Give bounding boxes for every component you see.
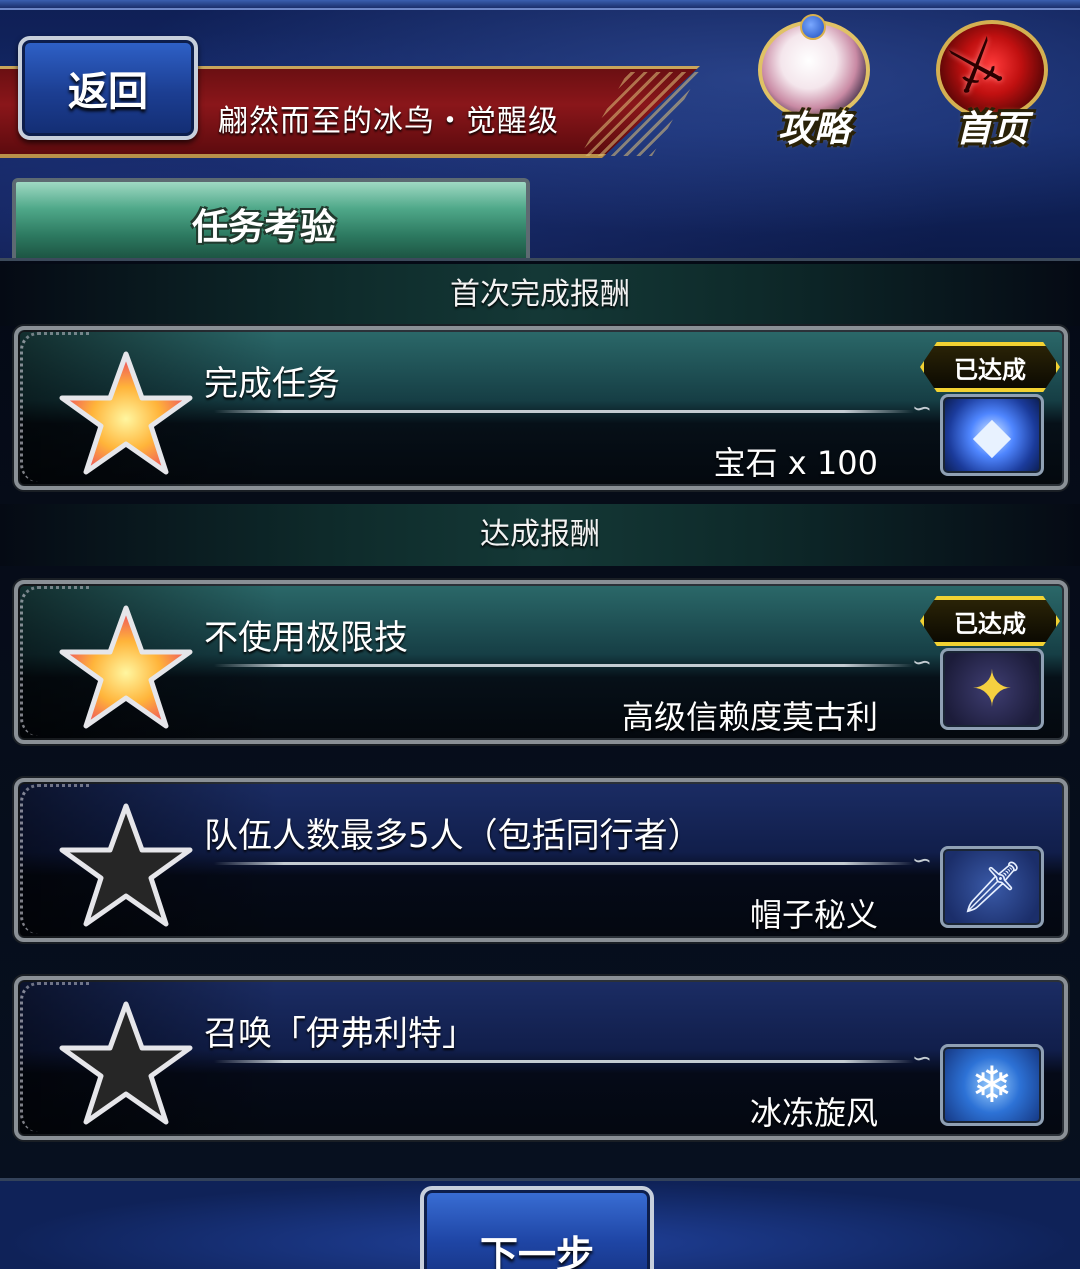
next-button[interactable]: 下一步	[420, 1186, 654, 1269]
achieved-badge: 已达成	[920, 596, 1060, 646]
section-achievement-reward: 达成报酬	[0, 504, 1080, 566]
mission-title: 不使用极限技	[204, 618, 408, 658]
hint-button-label: 攻略	[777, 109, 850, 150]
divider	[214, 1044, 932, 1072]
mission-card[interactable]: 完成任务 宝石 x 100 已达成 ◆	[14, 326, 1068, 490]
mission-reward: 冰冻旋风	[749, 1094, 878, 1132]
home-button[interactable]: ⚔ 首页	[912, 14, 1072, 154]
tab-label: 任务考验	[192, 207, 337, 248]
divider	[214, 394, 932, 422]
hint-button[interactable]: 攻略	[734, 14, 894, 154]
moogle-icon[interactable]: ✦	[940, 648, 1044, 730]
mission-title: 完成任务	[204, 364, 340, 404]
achieved-star-icon	[59, 605, 193, 729]
divider	[214, 846, 932, 874]
mission-reward: 高级信赖度莫古利	[621, 698, 878, 736]
achieved-badge: 已达成	[920, 342, 1060, 392]
back-button[interactable]: 返回	[18, 36, 198, 140]
mission-card[interactable]: 不使用极限技 高级信赖度莫古利 已达成 ✦	[14, 580, 1068, 744]
section-first-clear-reward: 首次完成报酬	[0, 264, 1080, 326]
quest-title: 翩然而至的冰鸟・觉醒级	[218, 104, 559, 139]
next-button-label: 下一步	[479, 1233, 594, 1269]
top-strip	[0, 0, 1080, 10]
achieved-star-icon	[59, 351, 193, 475]
gem-icon[interactable]: ◆	[940, 394, 1044, 476]
divider	[214, 648, 932, 676]
mission-title: 队伍人数最多5人（包括同行者）	[204, 816, 702, 856]
mission-card[interactable]: 队伍人数最多5人（包括同行者） 帽子秘义 🗡	[14, 778, 1068, 942]
sword-icon[interactable]: 🗡	[940, 846, 1044, 928]
mission-reward: 宝石 x 100	[713, 444, 878, 482]
moogle-pompom-icon	[800, 14, 826, 40]
mission-card[interactable]: 召唤「伊弗利特」 冰冻旋风 ❄	[14, 976, 1068, 1140]
unachieved-star-icon	[59, 1001, 193, 1125]
mission-title: 召唤「伊弗利特」	[204, 1014, 476, 1054]
mission-reward: 帽子秘义	[749, 896, 878, 934]
back-button-label: 返回	[68, 69, 148, 115]
unachieved-star-icon	[59, 803, 193, 927]
tab-mission-challenge[interactable]: 任务考验	[12, 178, 530, 258]
ice-icon[interactable]: ❄	[940, 1044, 1044, 1126]
home-button-label: 首页	[955, 109, 1028, 150]
